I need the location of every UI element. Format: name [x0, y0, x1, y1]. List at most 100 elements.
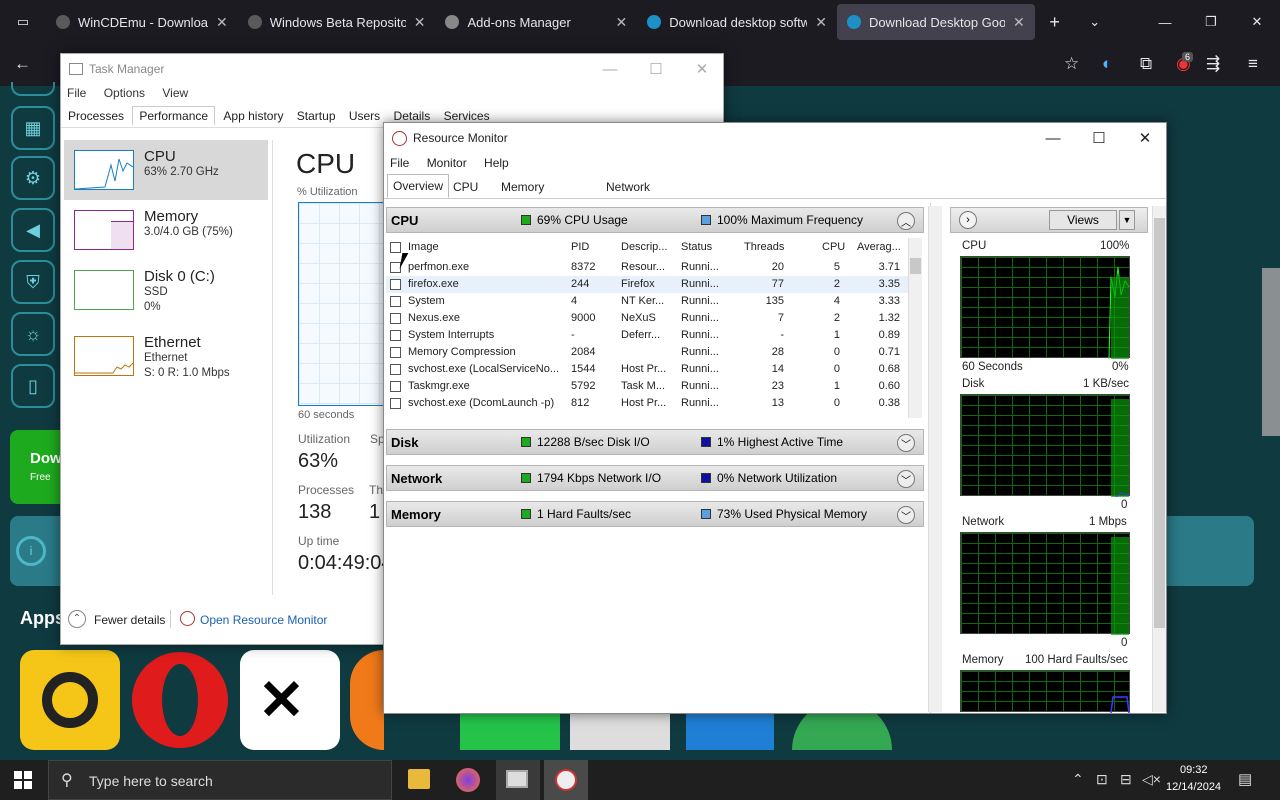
tab-users[interactable]: Users	[344, 106, 385, 126]
star-icon[interactable]: ☆	[1064, 54, 1079, 74]
browser-tab[interactable]: Add-ons Manager ✕	[435, 0, 637, 44]
row-checkbox[interactable]	[390, 313, 401, 324]
chevron-up-icon[interactable]: ⌃	[1072, 771, 1084, 788]
menu-options[interactable]: Options	[104, 86, 145, 100]
maximize-button[interactable]: ☐	[1076, 123, 1122, 153]
menu-help[interactable]: Help	[484, 156, 509, 170]
memory-section-header[interactable]: Memory 1 Hard Faults/sec 73% Used Physic…	[386, 501, 924, 527]
close-icon[interactable]: ✕	[216, 14, 228, 31]
page-scrollbar[interactable]	[1262, 268, 1280, 436]
table-row[interactable]: Nexus.exe 9000 NeXuS Runni... 7 2 1.32	[386, 310, 908, 327]
tab-list-icon[interactable]: ▭	[0, 0, 46, 44]
menu-monitor[interactable]: Monitor	[427, 156, 467, 170]
network-section-header[interactable]: Network 1794 Kbps Network I/O 0% Network…	[386, 465, 924, 491]
maximize-button[interactable]: ❐	[1196, 0, 1226, 44]
perf-item-ethernet[interactable]: Ethernet Ethernet S: 0 R: 1.0 Mbps	[64, 326, 268, 386]
col-threads[interactable]: Threads	[744, 241, 784, 253]
table-row[interactable]: Memory Compression 2084 Runni... 28 0 0.71	[386, 344, 908, 361]
chevron-down-icon[interactable]: ﹀	[897, 470, 915, 488]
menu-icon[interactable]: ≡	[1248, 54, 1258, 74]
maximize-button[interactable]: ☐	[633, 54, 679, 84]
new-tab-button[interactable]: +	[1035, 0, 1075, 44]
tab-memory[interactable]: Memory	[501, 180, 544, 194]
tab-overview[interactable]: Overview	[387, 174, 450, 198]
app-icon-windows[interactable]	[686, 710, 774, 750]
table-row[interactable]: svchost.exe (DcomLaunch -p) 812 Host Pr...…	[386, 395, 908, 412]
close-icon[interactable]: ✕	[414, 14, 426, 31]
left-pane-scrollbar[interactable]	[928, 206, 942, 712]
notification-icon[interactable]: ▤	[1238, 770, 1252, 788]
app-icon-opera[interactable]	[130, 650, 230, 750]
download-button[interactable]: Dow Free	[10, 430, 62, 504]
close-icon[interactable]: ✕	[615, 14, 627, 31]
chevron-down-icon[interactable]: ⌄	[1075, 0, 1115, 44]
chevron-up-icon[interactable]: ︿	[897, 212, 915, 230]
menu-file[interactable]: File	[67, 86, 86, 100]
col-image[interactable]: Image	[408, 241, 439, 253]
tab-processes[interactable]: Processes	[63, 106, 129, 126]
browser-tab[interactable]: Download desktop software✕	[637, 0, 837, 44]
minimize-button[interactable]: —	[1030, 123, 1076, 153]
browser-tab[interactable]: Windows Beta Repository ✕	[238, 0, 436, 44]
phone-icon[interactable]: ▯	[11, 364, 55, 408]
chip-icon[interactable]: ⚙	[11, 156, 55, 200]
views-button[interactable]: Views	[1049, 210, 1117, 230]
minimize-button[interactable]: —	[1150, 0, 1180, 44]
chevron-up-icon[interactable]: ⌃	[68, 610, 86, 628]
minimize-button[interactable]: —	[587, 54, 633, 84]
chevron-right-icon[interactable]: ›	[959, 211, 977, 229]
app-icon-ldplayer[interactable]	[20, 650, 120, 750]
menu-view[interactable]: View	[162, 86, 188, 100]
tab-cpu[interactable]: CPU	[453, 180, 478, 194]
puzzle-icon[interactable]: ⧉	[1140, 54, 1152, 74]
clock-date[interactable]: 12/14/2024	[1166, 781, 1221, 793]
col-description[interactable]: Descrip...	[621, 241, 667, 253]
row-checkbox[interactable]	[390, 381, 401, 392]
firefox-icon[interactable]	[456, 768, 480, 792]
shield-icon[interactable]: ⛨	[11, 260, 55, 304]
graph-pane-scrollbar[interactable]	[1152, 206, 1166, 712]
tab-startup[interactable]: Startup	[292, 106, 341, 126]
network-icon[interactable]: ⊟	[1120, 771, 1132, 788]
close-button[interactable]: ✕	[1122, 123, 1168, 153]
table-row[interactable]: Taskmgr.exe 5792 Task M... Runni... 23 1 0.60	[386, 378, 908, 395]
close-icon[interactable]: ✕	[815, 14, 827, 31]
app-icon-orange[interactable]	[350, 650, 384, 750]
resource-monitor-taskbar-button[interactable]	[544, 760, 588, 800]
browser-tab-active[interactable]: Download Desktop Goose ✕	[836, 4, 1035, 40]
table-row[interactable]: System 4 NT Ker... Runni... 135 4 3.33	[386, 293, 908, 310]
select-all-checkbox[interactable]	[390, 242, 401, 253]
clock-time[interactable]: 09:32	[1180, 764, 1208, 776]
chevron-down-icon[interactable]: ﹀	[897, 506, 915, 524]
col-status[interactable]: Status	[681, 241, 712, 253]
search-box[interactable]: ⚲ Type here to search	[48, 760, 392, 800]
col-cpu[interactable]: CPU	[822, 241, 845, 253]
table-row[interactable]: svchost.exe (LocalServiceNo... 1544 Host P…	[386, 361, 908, 378]
task-manager-taskbar-button[interactable]	[496, 760, 540, 800]
menu-file[interactable]: File	[390, 156, 409, 170]
disk-section-header[interactable]: Disk 12288 B/sec Disk I/O 1% Highest Act…	[386, 429, 924, 455]
col-average[interactable]: Averag...	[857, 241, 901, 253]
windows-start-icon[interactable]	[14, 771, 32, 789]
tab-performance[interactable]: Performance	[132, 106, 216, 125]
fewer-details-link[interactable]: Fewer details	[94, 613, 165, 627]
process-scrollbar[interactable]	[908, 238, 922, 418]
chevron-down-icon[interactable]: ﹀	[897, 434, 915, 452]
perf-item-memory[interactable]: Memory 3.0/4.0 GB (75%)	[64, 200, 268, 260]
volume-muted-icon[interactable]: ◁×	[1142, 771, 1161, 788]
table-row[interactable]: firefox.exe 244 Firefox Runni... 77 2 3.35	[386, 276, 908, 293]
row-checkbox[interactable]	[390, 364, 401, 375]
table-row[interactable]: System Interrupts - Deferr... Runni... - 1 0.8…	[386, 327, 908, 344]
row-checkbox[interactable]	[390, 296, 401, 307]
close-window-button[interactable]: ✕	[1242, 0, 1272, 44]
addon-icon[interactable]: ⇶	[1206, 54, 1220, 74]
row-checkbox[interactable]	[390, 330, 401, 341]
back-arrow-icon[interactable]: ←	[14, 54, 31, 74]
file-explorer-icon[interactable]	[408, 769, 430, 789]
calendar-icon[interactable]: ▦	[11, 106, 55, 150]
lightbulb-icon[interactable]: ☼	[11, 312, 55, 356]
row-checkbox[interactable]	[390, 398, 401, 409]
col-pid[interactable]: PID	[571, 241, 589, 253]
close-icon[interactable]: ✕	[1013, 14, 1025, 31]
row-checkbox[interactable]	[390, 347, 401, 358]
